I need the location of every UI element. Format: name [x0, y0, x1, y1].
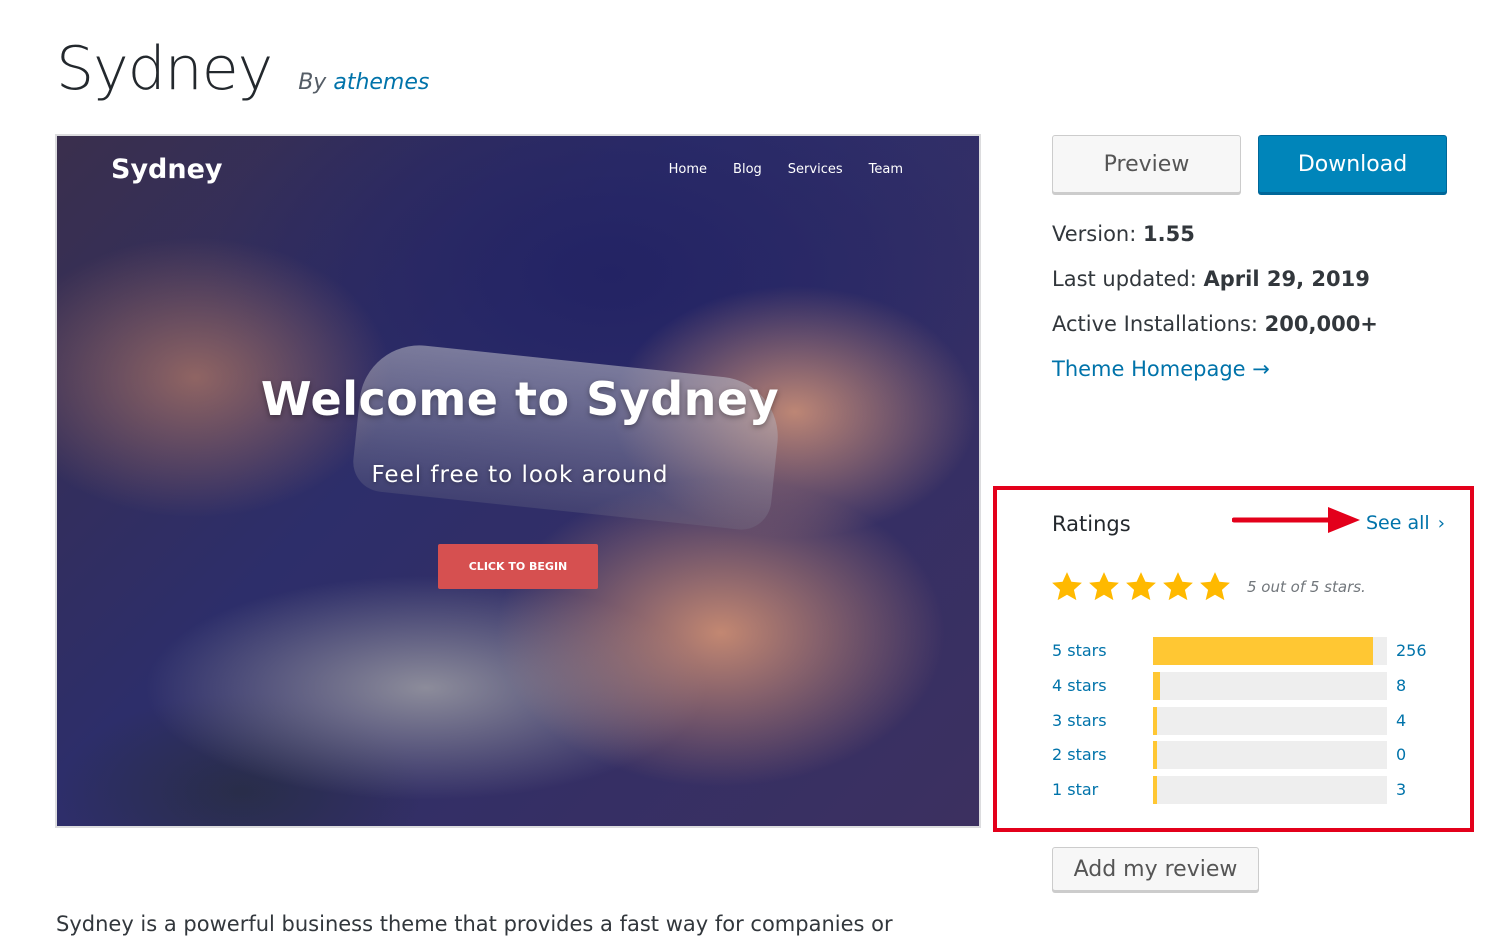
- star-filled-icon: [1089, 572, 1119, 601]
- rating-row-2: 2 stars 0: [1052, 741, 1452, 769]
- rating-count-4[interactable]: 8: [1396, 676, 1406, 695]
- by-label: By: [298, 70, 327, 95]
- rating-bar-1: [1153, 776, 1387, 804]
- screenshot-cta: CLICK TO BEGIN: [438, 544, 598, 589]
- annotation-arrow-icon: [1232, 507, 1360, 533]
- star-filled-icon: [1126, 572, 1156, 601]
- star-filled-icon: [1163, 572, 1193, 601]
- screenshot-subheading: Feel free to look around: [371, 462, 669, 488]
- preview-button[interactable]: Preview: [1052, 135, 1241, 193]
- rating-count-2[interactable]: 0: [1396, 745, 1406, 764]
- rating-fill-3: [1153, 707, 1157, 735]
- rating-label-1-star[interactable]: 1 star: [1052, 780, 1098, 799]
- screenshot-nav-item: Team: [868, 162, 903, 177]
- rating-label-3-stars[interactable]: 3 stars: [1052, 711, 1107, 730]
- see-all-ratings-link[interactable]: See all ›: [1366, 512, 1445, 534]
- theme-homepage-link[interactable]: Theme Homepage →: [1052, 357, 1270, 381]
- active-installs-value: 200,000+: [1264, 312, 1378, 336]
- see-all-label: See all: [1366, 512, 1430, 534]
- rating-count-3[interactable]: 4: [1396, 711, 1406, 730]
- star-filled-icon: [1200, 572, 1230, 601]
- screenshot-heading: Welcome to Sydney: [260, 372, 780, 426]
- version-value: 1.55: [1143, 222, 1195, 246]
- screenshot-nav-item: Home: [668, 162, 708, 177]
- screenshot-nav-item: Services: [787, 162, 843, 177]
- rating-label-2-stars[interactable]: 2 stars: [1052, 745, 1107, 764]
- chevron-right-icon: ›: [1437, 513, 1445, 534]
- rating-fill-4: [1153, 672, 1161, 700]
- last-updated-info: Last updated: April 29, 2019: [1052, 267, 1370, 291]
- theme-author-line: By athemes: [298, 70, 429, 95]
- rating-count-1[interactable]: 3: [1396, 780, 1406, 799]
- active-installs-info: Active Installations: 200,000+: [1052, 312, 1378, 336]
- rating-label-5-stars[interactable]: 5 stars: [1052, 641, 1107, 660]
- rating-bar-5: [1153, 637, 1387, 665]
- rating-count-5[interactable]: 256: [1396, 641, 1427, 660]
- screenshot-nav-item: Blog: [733, 162, 762, 177]
- rating-bar-3: [1153, 707, 1387, 735]
- page-title: Sydney By athemes: [56, 34, 429, 118]
- screenshot-nav: Home Blog Services Team: [669, 162, 903, 177]
- rating-fill-1: [1153, 776, 1157, 804]
- version-label: Version:: [1052, 222, 1137, 246]
- rating-row-5: 5 stars 256: [1052, 637, 1452, 665]
- average-stars: 5 out of 5 stars.: [1050, 570, 1366, 604]
- screenshot-brand: Sydney: [111, 154, 223, 185]
- last-updated-label: Last updated:: [1052, 267, 1197, 291]
- ratings-title: Ratings: [1052, 512, 1131, 536]
- theme-description: Sydney is a powerful business theme that…: [56, 912, 893, 936]
- last-updated-value: April 29, 2019: [1203, 267, 1370, 291]
- rating-row-3: 3 stars 4: [1052, 707, 1452, 735]
- stars-caption: 5 out of 5 stars.: [1247, 578, 1366, 596]
- rating-fill-5: [1153, 637, 1373, 665]
- rating-bar-2: [1153, 741, 1387, 769]
- author-link[interactable]: athemes: [333, 70, 429, 95]
- rating-fill-2: [1153, 741, 1157, 769]
- star-filled-icon: [1052, 572, 1082, 601]
- theme-name: Sydney: [56, 34, 273, 104]
- rating-row-4: 4 stars 8: [1052, 672, 1452, 700]
- theme-screenshot: Sydney Home Blog Services Team Welcome t…: [55, 134, 981, 828]
- download-button[interactable]: Download: [1258, 135, 1447, 193]
- add-review-button[interactable]: Add my review: [1052, 847, 1259, 891]
- rating-row-1: 1 star 3: [1052, 776, 1452, 804]
- rating-bar-4: [1153, 672, 1387, 700]
- version-info: Version: 1.55: [1052, 222, 1195, 246]
- active-installs-label: Active Installations:: [1052, 312, 1258, 336]
- theme-page: Sydney By athemes Sydney Home Blog Servi…: [0, 0, 1500, 937]
- rating-label-4-stars[interactable]: 4 stars: [1052, 676, 1107, 695]
